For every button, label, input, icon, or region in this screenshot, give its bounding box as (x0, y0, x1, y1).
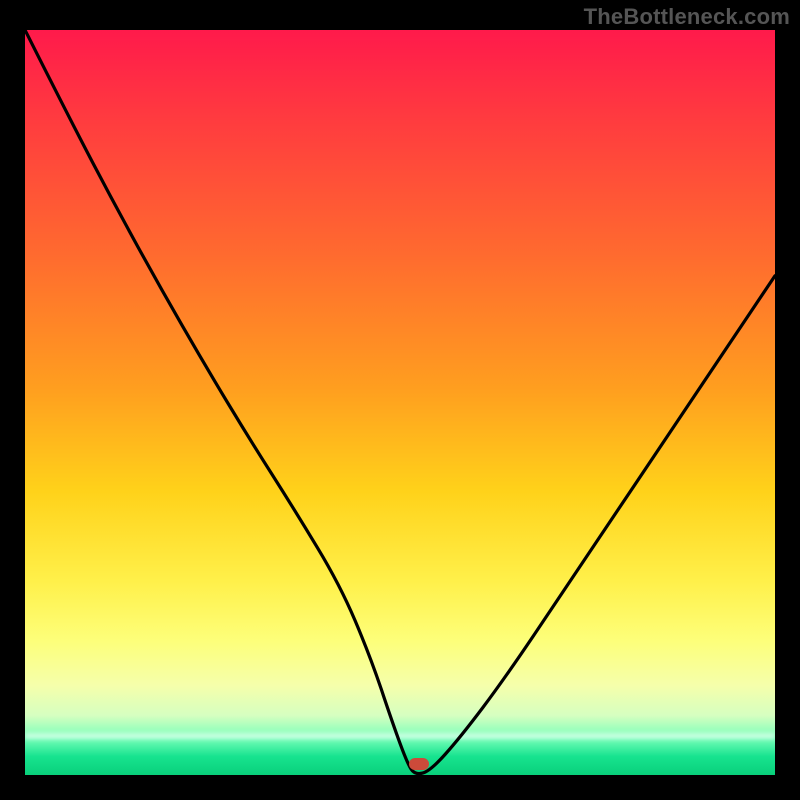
bottleneck-curve-path (25, 30, 775, 774)
curve-svg (25, 30, 775, 775)
watermark-text: TheBottleneck.com (584, 4, 790, 30)
chart-frame: TheBottleneck.com (0, 0, 800, 800)
optimal-marker (409, 758, 429, 770)
plot-area (25, 30, 775, 775)
